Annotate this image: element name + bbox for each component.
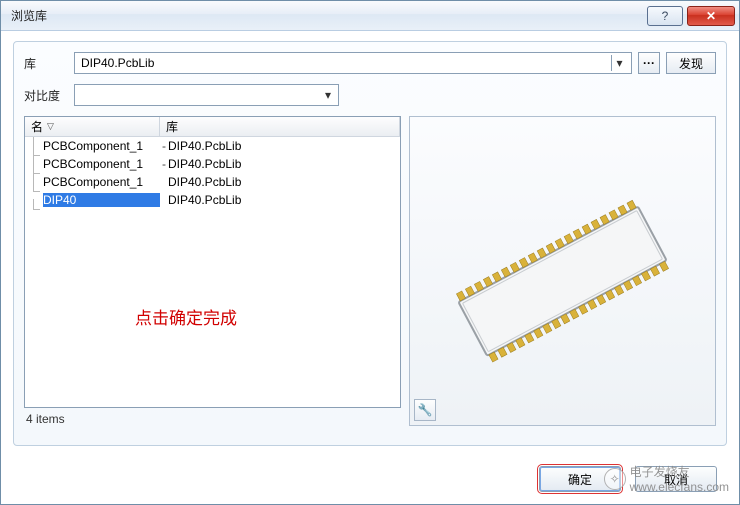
watermark-url: www.elecfans.com	[630, 480, 729, 494]
library-select[interactable]: DIP40.PcbLib ▾	[74, 52, 632, 74]
help-button[interactable]: ?	[647, 6, 683, 26]
list-item[interactable]: PCBComponent_1 DIP40.PcbLib	[25, 173, 400, 191]
list-header: 名 ▽ 库	[25, 117, 400, 137]
cell-name: DIP40	[43, 193, 160, 207]
item-count: 4 items	[24, 408, 401, 426]
preview-tool-button[interactable]: 🔧	[414, 399, 436, 421]
find-button[interactable]: 发现	[666, 52, 716, 74]
dialog-window: 浏览库 ? ✕ 库 DIP40.PcbLib ▾ ··· 发现	[0, 0, 740, 505]
window-buttons: ? ✕	[647, 6, 735, 26]
library-browse-button[interactable]: ···	[638, 52, 660, 74]
cell-sep	[160, 193, 168, 207]
help-icon: ?	[662, 9, 669, 23]
contrast-select[interactable]: ▾	[74, 84, 339, 106]
column-lib-header[interactable]: 库	[160, 117, 400, 136]
chevron-down-icon: ▾	[320, 87, 336, 103]
cell-sep: -	[160, 139, 168, 153]
wrench-icon: 🔧	[418, 403, 433, 417]
cell-lib: DIP40.PcbLib	[168, 157, 400, 171]
cell-sep	[160, 175, 168, 189]
library-row: 库 DIP40.PcbLib ▾ ··· 发现	[24, 52, 716, 74]
contrast-label: 对比度	[24, 87, 68, 104]
watermark: ✧ 电子发烧友 www.elecfans.com	[604, 463, 729, 494]
sort-indicator-icon: ▽	[47, 121, 54, 132]
close-button[interactable]: ✕	[687, 6, 735, 26]
chevron-down-icon: ▾	[611, 55, 627, 71]
close-icon: ✕	[706, 9, 716, 23]
cell-name: PCBComponent_1	[43, 175, 160, 189]
find-button-label: 发现	[679, 55, 703, 72]
column-lib-label: 库	[166, 118, 178, 135]
cell-name: PCBComponent_1	[43, 157, 160, 171]
watermark-brand: 电子发烧友	[630, 463, 729, 480]
list-rows: PCBComponent_1 - DIP40.PcbLib PCBCompone…	[25, 137, 400, 209]
column-name-label: 名	[31, 118, 43, 135]
list-item[interactable]: PCBComponent_1 - DIP40.PcbLib	[25, 137, 400, 155]
component-list[interactable]: 名 ▽ 库 PCBComponent_1 -	[24, 116, 401, 408]
ok-button-label: 确定	[568, 471, 592, 488]
cell-lib: DIP40.PcbLib	[168, 139, 400, 153]
component-list-panel: 名 ▽ 库 PCBComponent_1 -	[24, 116, 401, 426]
titlebar: 浏览库 ? ✕	[1, 1, 739, 31]
watermark-logo-icon: ✧	[604, 468, 626, 490]
dip40-preview-graphic	[410, 117, 715, 425]
contrast-row: 对比度 ▾	[24, 84, 716, 106]
library-label: 库	[24, 55, 68, 72]
list-item[interactable]: PCBComponent_1 - DIP40.PcbLib	[25, 155, 400, 173]
body-split: 名 ▽ 库 PCBComponent_1 -	[24, 116, 716, 426]
annotation-text: 点击确定完成	[135, 304, 237, 329]
ellipsis-icon: ···	[643, 56, 655, 70]
inner-panel: 库 DIP40.PcbLib ▾ ··· 发现 对比度 ▾	[13, 41, 727, 446]
cell-sep: -	[160, 157, 168, 171]
list-item[interactable]: DIP40 DIP40.PcbLib	[25, 191, 400, 209]
cell-lib: DIP40.PcbLib	[168, 193, 400, 207]
cell-lib: DIP40.PcbLib	[168, 175, 400, 189]
window-title: 浏览库	[11, 7, 47, 24]
watermark-text: 电子发烧友 www.elecfans.com	[630, 463, 729, 494]
cell-name: PCBComponent_1	[43, 139, 160, 153]
library-selected-text: DIP40.PcbLib	[81, 56, 611, 70]
client-area: 库 DIP40.PcbLib ▾ ··· 发现 对比度 ▾	[1, 31, 739, 458]
footprint-preview[interactable]: 🔧	[409, 116, 716, 426]
column-name-header[interactable]: 名 ▽	[25, 117, 160, 136]
